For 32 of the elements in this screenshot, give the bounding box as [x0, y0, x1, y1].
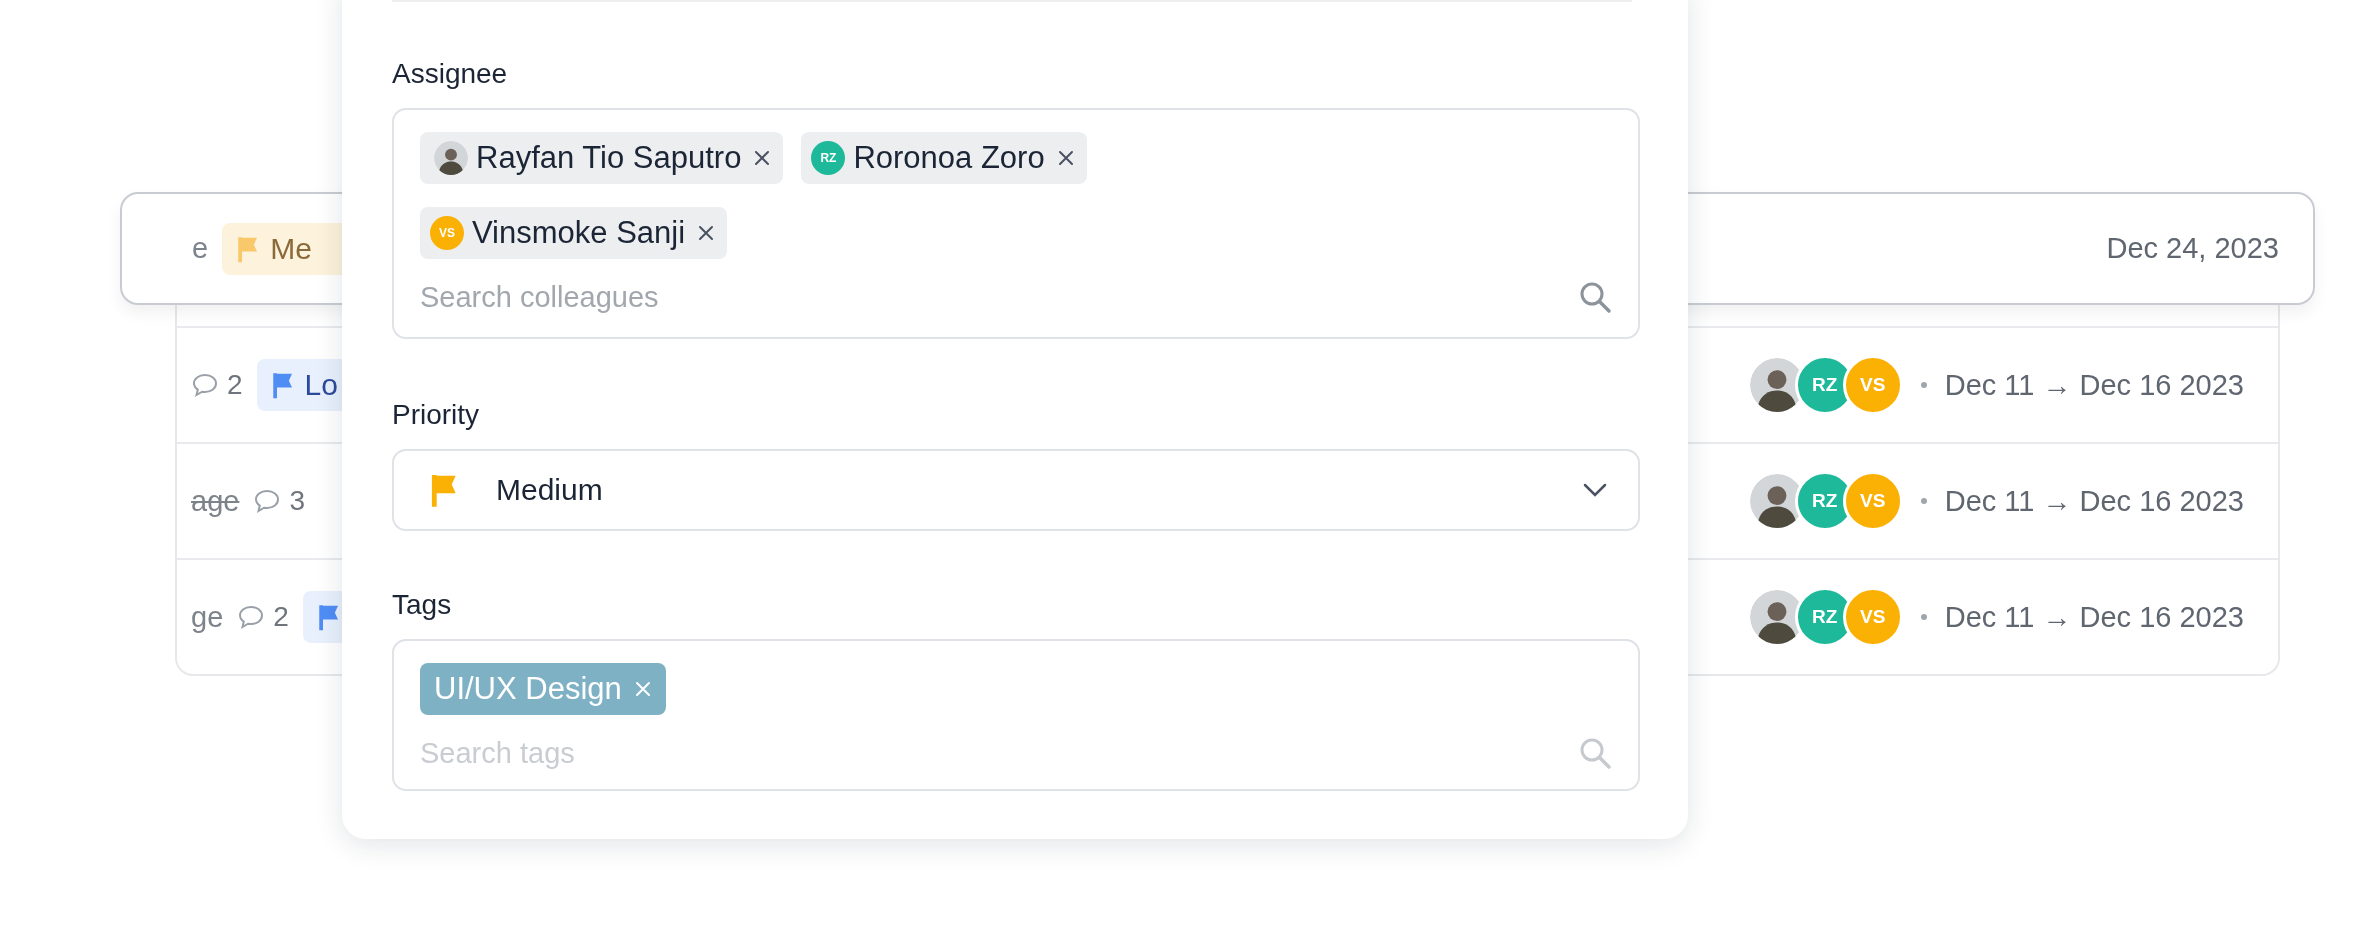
person-avatar [434, 141, 468, 175]
search-icon[interactable] [1578, 280, 1612, 314]
search-field[interactable]: Search colleagues [420, 280, 1220, 314]
task-title: e [192, 232, 209, 265]
field-label: Assignee [392, 57, 509, 91]
close-icon[interactable] [697, 224, 716, 242]
comment-icon [191, 372, 219, 398]
initials-avatar: RZ [811, 141, 846, 175]
task-date: Dec 24, 2023 [2106, 232, 2279, 265]
task-date: Dec 11 → Dec 16 2023 [1944, 600, 2244, 634]
comment-count: 2 [273, 601, 289, 633]
task-title: ge [191, 600, 224, 634]
priority-select[interactable]: Medium [392, 449, 1640, 531]
comment-icon [237, 604, 266, 630]
task-title: age [191, 484, 240, 518]
close-icon[interactable] [1056, 149, 1075, 167]
comment-count: 3 [289, 485, 305, 517]
initials-avatar: VS [430, 216, 464, 250]
task-date: Dec 11 → Dec 16 2023 [1944, 484, 2244, 518]
assignee-chip[interactable]: VS Vinsmoke Sanji [420, 207, 728, 259]
field-label: Tags [392, 588, 453, 622]
chevron-down-icon [1582, 482, 1608, 498]
task-date: Dec 11 → Dec 16 2023 [1944, 368, 2244, 402]
initials-avatar: VS [1842, 471, 1903, 531]
assignee-chip[interactable]: Rayfan Tio Saputro [420, 132, 784, 184]
assignee-chip[interactable]: RZ Roronoa Zoro [801, 132, 1087, 184]
initials-avatar: VS [1842, 355, 1903, 415]
assignee-field[interactable]: Rayfan Tio Saputro RZ Roronoa Zoro VS Vinsmoke Sanji Search colleagues [392, 108, 1640, 339]
comment-icon [253, 488, 282, 514]
comment-count: 2 [227, 369, 243, 401]
close-icon[interactable] [753, 149, 772, 167]
initials-avatar: VS [1842, 587, 1903, 647]
